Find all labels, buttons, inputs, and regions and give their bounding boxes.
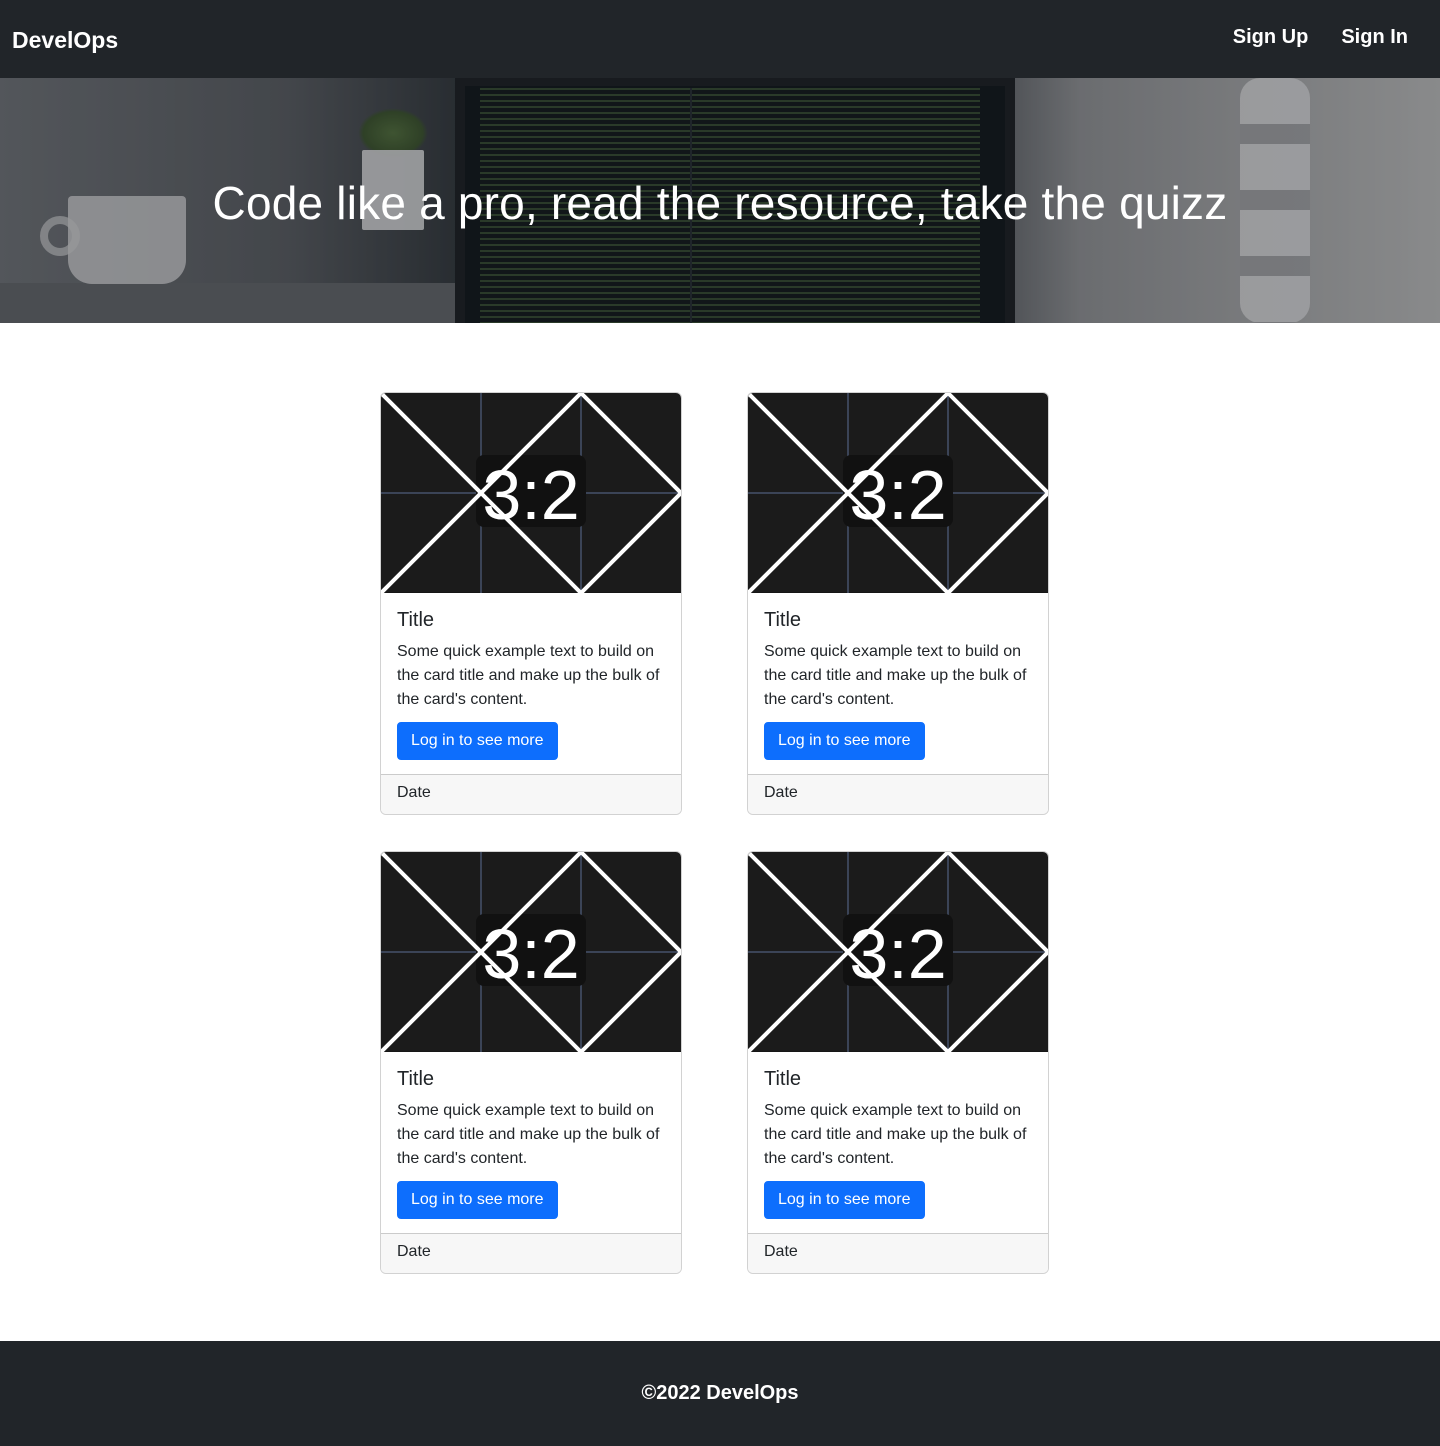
- card: 3:2 Title Some quick example text to bui…: [380, 392, 682, 815]
- brand-logo-link[interactable]: DevelOps: [12, 27, 118, 54]
- card-footer-date: Date: [748, 774, 1048, 814]
- log-in-see-more-button[interactable]: Log in to see more: [397, 722, 558, 760]
- log-in-see-more-button[interactable]: Log in to see more: [397, 1181, 558, 1219]
- placeholder-ratio-label: 3:2: [482, 456, 579, 534]
- card-body: Title Some quick example text to build o…: [381, 593, 681, 774]
- placeholder-image-icon: 3:2: [748, 852, 1048, 1052]
- card-body: Title Some quick example text to build o…: [748, 593, 1048, 774]
- card-text: Some quick example text to build on the …: [764, 643, 1027, 708]
- card-footer-date: Date: [381, 774, 681, 814]
- log-in-see-more-button[interactable]: Log in to see more: [764, 1181, 925, 1219]
- card: 3:2 Title Some quick example text to bui…: [380, 851, 682, 1274]
- card-text: Some quick example text to build on the …: [397, 643, 660, 708]
- card-image-placeholder: 3:2: [748, 852, 1048, 1052]
- card-footer-date: Date: [381, 1233, 681, 1273]
- card-text: Some quick example text to build on the …: [764, 1102, 1027, 1167]
- placeholder-ratio-label: 3:2: [482, 915, 579, 993]
- nav-links: Sign Up Sign In: [1233, 26, 1408, 49]
- placeholder-image-icon: 3:2: [381, 852, 681, 1052]
- log-in-see-more-button[interactable]: Log in to see more: [764, 722, 925, 760]
- card-image-placeholder: 3:2: [381, 852, 681, 1052]
- card-footer-date: Date: [748, 1233, 1048, 1273]
- placeholder-image-icon: 3:2: [748, 393, 1048, 593]
- sign-in-link[interactable]: Sign In: [1341, 26, 1408, 49]
- card-title: Title: [397, 609, 435, 631]
- card-body: Title Some quick example text to build o…: [748, 1052, 1048, 1233]
- card: 3:2 Title Some quick example text to bui…: [747, 392, 1049, 815]
- card-text: Some quick example text to build on the …: [397, 1102, 660, 1167]
- placeholder-ratio-label: 3:2: [849, 456, 946, 534]
- hero-banner: Code like a pro, read the resource, take…: [0, 78, 1440, 323]
- sign-up-link[interactable]: Sign Up: [1233, 26, 1309, 49]
- top-navbar: DevelOps Sign Up Sign In: [0, 0, 1440, 78]
- placeholder-ratio-label: 3:2: [849, 915, 946, 993]
- card-image-placeholder: 3:2: [381, 393, 681, 593]
- card-image-placeholder: 3:2: [748, 393, 1048, 593]
- hero-headline: Code like a pro, read the resource, take…: [212, 177, 1228, 229]
- placeholder-image-icon: 3:2: [381, 393, 681, 593]
- card-title: Title: [764, 609, 802, 631]
- copyright-text: ©2022 DevelOps: [641, 1382, 799, 1404]
- card-title: Title: [397, 1068, 435, 1090]
- card-body: Title Some quick example text to build o…: [381, 1052, 681, 1233]
- card-title: Title: [764, 1068, 802, 1090]
- card: 3:2 Title Some quick example text to bui…: [747, 851, 1049, 1274]
- page-footer: ©2022 DevelOps: [0, 1341, 1440, 1446]
